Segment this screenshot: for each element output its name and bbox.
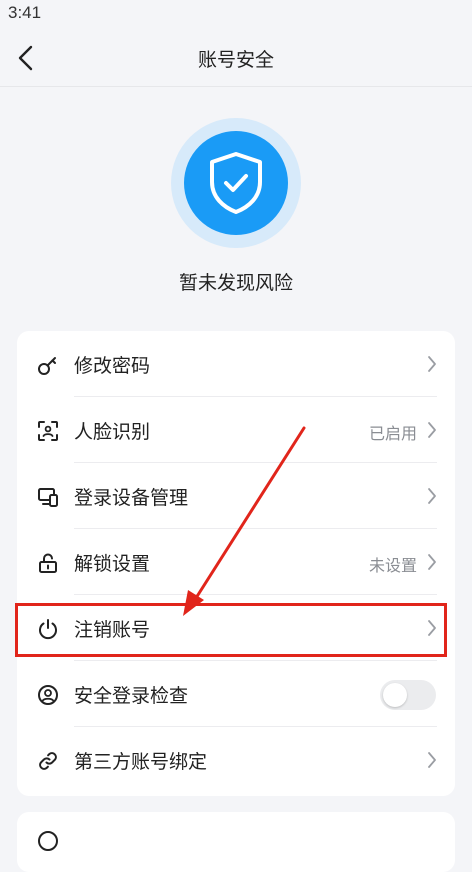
security-menu-card: 修改密码 人脸识别 已启用 登录设备管理 解锁设置 未设置 注销账号 安全登录检… [17, 331, 455, 796]
menu-item-status: 已启用 [368, 424, 417, 443]
devices-icon [38, 488, 58, 507]
menu-item-label: 解锁设置 [74, 553, 151, 575]
chevron-right-icon [428, 620, 436, 636]
status-bar: 3:41 [0, 0, 472, 30]
menu-item-device-management[interactable]: 登录设备管理 [17, 463, 455, 529]
chevron-right-icon [428, 554, 436, 570]
menu-item-cancel-account[interactable]: 注销账号 [17, 595, 455, 661]
chevron-right-icon [428, 356, 436, 372]
power-icon [39, 619, 57, 640]
unlock-icon [39, 553, 57, 573]
chevron-right-icon [428, 752, 436, 768]
menu-item-face-recognition[interactable]: 人脸识别 已启用 [17, 397, 455, 463]
user-circle-icon [38, 685, 58, 705]
menu-item-label: 人脸识别 [74, 421, 151, 443]
nav-bar: 账号安全 [0, 30, 472, 87]
menu-item-status: 未设置 [368, 556, 417, 575]
menu-item-third-party-binding[interactable]: 第三方账号绑定 [17, 727, 455, 793]
face-scan-icon [38, 421, 58, 441]
menu-item-unlock-settings[interactable]: 解锁设置 未设置 [17, 529, 455, 595]
shield-badge [184, 131, 288, 235]
link-icon [39, 752, 57, 770]
chevron-right-icon [428, 488, 436, 504]
toggle-knob [383, 683, 407, 707]
menu-item-label: 第三方账号绑定 [74, 751, 208, 773]
menu-item-label: 注销账号 [74, 619, 151, 641]
security-shield [171, 118, 301, 248]
menu-item-label: 登录设备管理 [74, 487, 189, 509]
page-title: 账号安全 [197, 49, 274, 71]
menu-item-change-password[interactable]: 修改密码 [17, 331, 455, 397]
menu-item-secure-login-check: 安全登录检查 [17, 661, 455, 727]
key-icon [38, 357, 56, 375]
chevron-right-icon [428, 422, 436, 438]
secure-login-toggle[interactable] [380, 680, 436, 710]
partial-icon [38, 831, 58, 851]
status-time: 3:41 [8, 3, 42, 22]
shield-check-icon [210, 152, 262, 214]
menu-item-label: 修改密码 [74, 355, 151, 377]
secondary-menu-card [17, 812, 455, 872]
menu-item-label: 安全登录检查 [74, 685, 189, 707]
security-status-text: 暂未发现风险 [178, 272, 293, 294]
